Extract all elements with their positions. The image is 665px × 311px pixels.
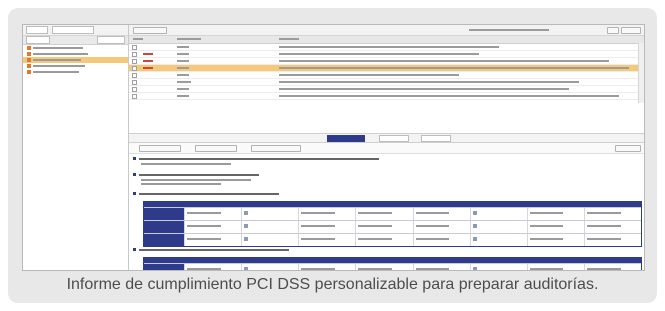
table-row-selected[interactable] xyxy=(129,65,644,72)
status-icon xyxy=(133,192,136,195)
folder-icon xyxy=(27,46,31,50)
folder-icon xyxy=(27,58,31,62)
tab-bar xyxy=(129,133,644,143)
checkbox-icon[interactable] xyxy=(132,66,137,71)
checkbox-icon[interactable] xyxy=(132,73,137,78)
grid-header xyxy=(129,36,644,44)
left-view-select[interactable] xyxy=(52,26,94,34)
options-button[interactable] xyxy=(607,27,619,34)
table-row[interactable] xyxy=(129,79,644,86)
report-section xyxy=(133,247,638,252)
table-row xyxy=(144,233,641,246)
profile-select[interactable] xyxy=(251,145,301,152)
checkbox-icon[interactable] xyxy=(132,87,137,92)
tab-details[interactable] xyxy=(379,135,409,142)
folder-icon xyxy=(27,70,31,74)
table-row[interactable] xyxy=(129,93,644,100)
table-row[interactable] xyxy=(129,86,644,93)
left-panel xyxy=(23,25,129,270)
right-toolbar xyxy=(129,25,644,36)
report-section xyxy=(133,191,638,196)
checkbox-icon[interactable] xyxy=(132,80,137,85)
page: Informe de cumplimiento PCI DSS personal… xyxy=(0,0,665,311)
checkbox-icon[interactable] xyxy=(132,94,137,99)
report-section xyxy=(133,156,638,165)
report-filters xyxy=(129,143,644,154)
filter-select[interactable] xyxy=(133,27,167,34)
search-button[interactable] xyxy=(621,27,641,34)
table-row[interactable] xyxy=(129,51,644,58)
checkbox-icon[interactable] xyxy=(132,45,137,50)
status-icon xyxy=(133,157,136,160)
export-button[interactable] xyxy=(615,145,641,152)
tab-report[interactable] xyxy=(327,135,365,142)
app-screenshot xyxy=(22,24,645,271)
checkbox-icon[interactable] xyxy=(132,52,137,57)
table-row[interactable] xyxy=(129,58,644,65)
checkbox-icon[interactable] xyxy=(132,59,137,64)
status-icon xyxy=(133,173,136,176)
folder-icon xyxy=(27,52,31,56)
left-toolbar xyxy=(23,25,128,36)
table-row xyxy=(144,263,641,270)
table-row xyxy=(144,220,641,233)
results-table xyxy=(143,257,642,270)
right-panel xyxy=(129,25,644,270)
table-row[interactable] xyxy=(129,72,644,79)
tab-history[interactable] xyxy=(421,135,451,142)
list-item[interactable] xyxy=(23,69,128,75)
report-section xyxy=(133,172,638,185)
left-filter-select[interactable] xyxy=(26,26,48,34)
group-select[interactable] xyxy=(26,36,50,44)
caption: Informe de cumplimiento PCI DSS personal… xyxy=(66,276,599,293)
folder-icon xyxy=(27,64,31,68)
scope-select[interactable] xyxy=(195,145,237,152)
period-select[interactable] xyxy=(139,145,181,152)
new-button[interactable] xyxy=(97,36,125,44)
left-list-header xyxy=(23,36,128,45)
grid-scrollbar[interactable] xyxy=(638,43,644,103)
status-icon xyxy=(133,248,136,251)
results-table xyxy=(143,201,642,247)
table-row[interactable] xyxy=(129,44,644,51)
table-row xyxy=(144,207,641,220)
